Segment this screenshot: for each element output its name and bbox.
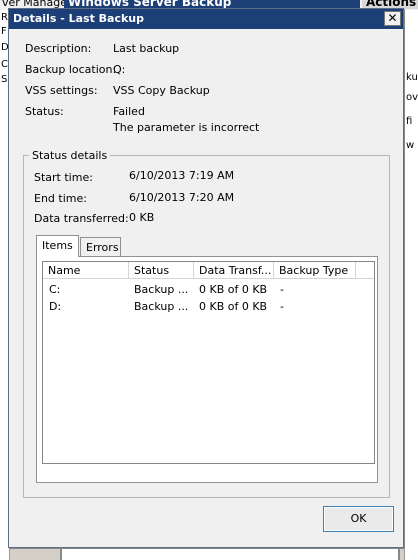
background-right-fragment: w <box>406 140 415 151</box>
cell-backup-type: - <box>280 300 284 313</box>
end-time-value: 6/10/2013 7:20 AM <box>129 191 235 204</box>
dialog-titlebar[interactable]: Details - Last Backup ✕ <box>9 9 403 29</box>
column-header-label: Status <box>134 264 170 277</box>
start-time-value: 6/10/2013 7:19 AM <box>129 169 235 182</box>
end-time-label: End time: <box>34 192 87 205</box>
items-list-view[interactable]: Name Status Data Transf... Backup Type C… <box>42 261 375 464</box>
background-bottom-strip <box>60 548 400 560</box>
cell-status: Backup ... <box>134 283 189 296</box>
background-left-letter: F <box>1 26 7 37</box>
background-right-fragment: ku <box>406 72 418 83</box>
tab-errors-label: Errors <box>86 241 119 254</box>
status-message: The parameter is incorrect <box>113 121 260 134</box>
tab-items[interactable]: Items <box>36 235 79 257</box>
column-header-label: Name <box>48 264 81 277</box>
data-transferred-label: Data transferred: <box>34 212 129 225</box>
vss-settings-value: VSS Copy Backup <box>113 84 210 97</box>
cell-status: Backup ... <box>134 300 189 313</box>
ok-button-label: OK <box>350 512 367 525</box>
background-left-letter: C <box>1 59 8 70</box>
column-header-data-transferred[interactable]: Data Transf... <box>194 262 274 278</box>
description-label: Description: <box>25 42 92 55</box>
column-header-backup-type[interactable]: Backup Type <box>274 262 356 278</box>
backup-location-value: Q: <box>113 63 126 76</box>
backup-location-label: Backup location: <box>25 63 117 76</box>
tab-items-label: Items <box>42 239 73 252</box>
cell-data-transferred: 0 KB of 0 KB <box>199 283 268 296</box>
background-left-letter: R <box>1 12 8 23</box>
data-transferred-value: 0 KB <box>129 211 155 224</box>
column-header-label: Data Transf... <box>199 264 272 277</box>
column-header-status[interactable]: Status <box>129 262 194 278</box>
vss-settings-label: VSS settings: <box>25 84 98 97</box>
description-value: Last backup <box>113 42 180 55</box>
ok-button[interactable]: OK <box>323 506 394 532</box>
dialog-title: Details - Last Backup <box>13 12 145 25</box>
cell-data-transferred: 0 KB of 0 KB <box>199 300 268 313</box>
background-right-fragment: fi <box>406 116 413 127</box>
status-label: Status: <box>25 105 64 118</box>
cell-backup-type: - <box>280 283 284 296</box>
start-time-label: Start time: <box>34 171 93 184</box>
tab-errors[interactable]: Errors <box>80 237 121 257</box>
close-icon: ✕ <box>387 11 398 25</box>
column-header-filler <box>356 262 374 278</box>
items-list-header: Name Status Data Transf... Backup Type <box>43 262 374 279</box>
close-button[interactable]: ✕ <box>384 11 401 26</box>
status-value: Failed <box>113 105 145 118</box>
background-right-fragment: ov <box>406 92 418 103</box>
cell-name: C: <box>49 283 61 296</box>
background-actions-pane: ku ov fi w <box>404 10 418 560</box>
status-details-title: Status details <box>29 149 111 162</box>
cell-name: D: <box>49 300 62 313</box>
details-dialog: Details - Last Backup ✕ Description: Las… <box>8 8 404 548</box>
column-header-label: Backup Type <box>279 264 349 277</box>
background-left-letter: S <box>1 74 8 85</box>
column-header-name[interactable]: Name <box>43 262 129 278</box>
